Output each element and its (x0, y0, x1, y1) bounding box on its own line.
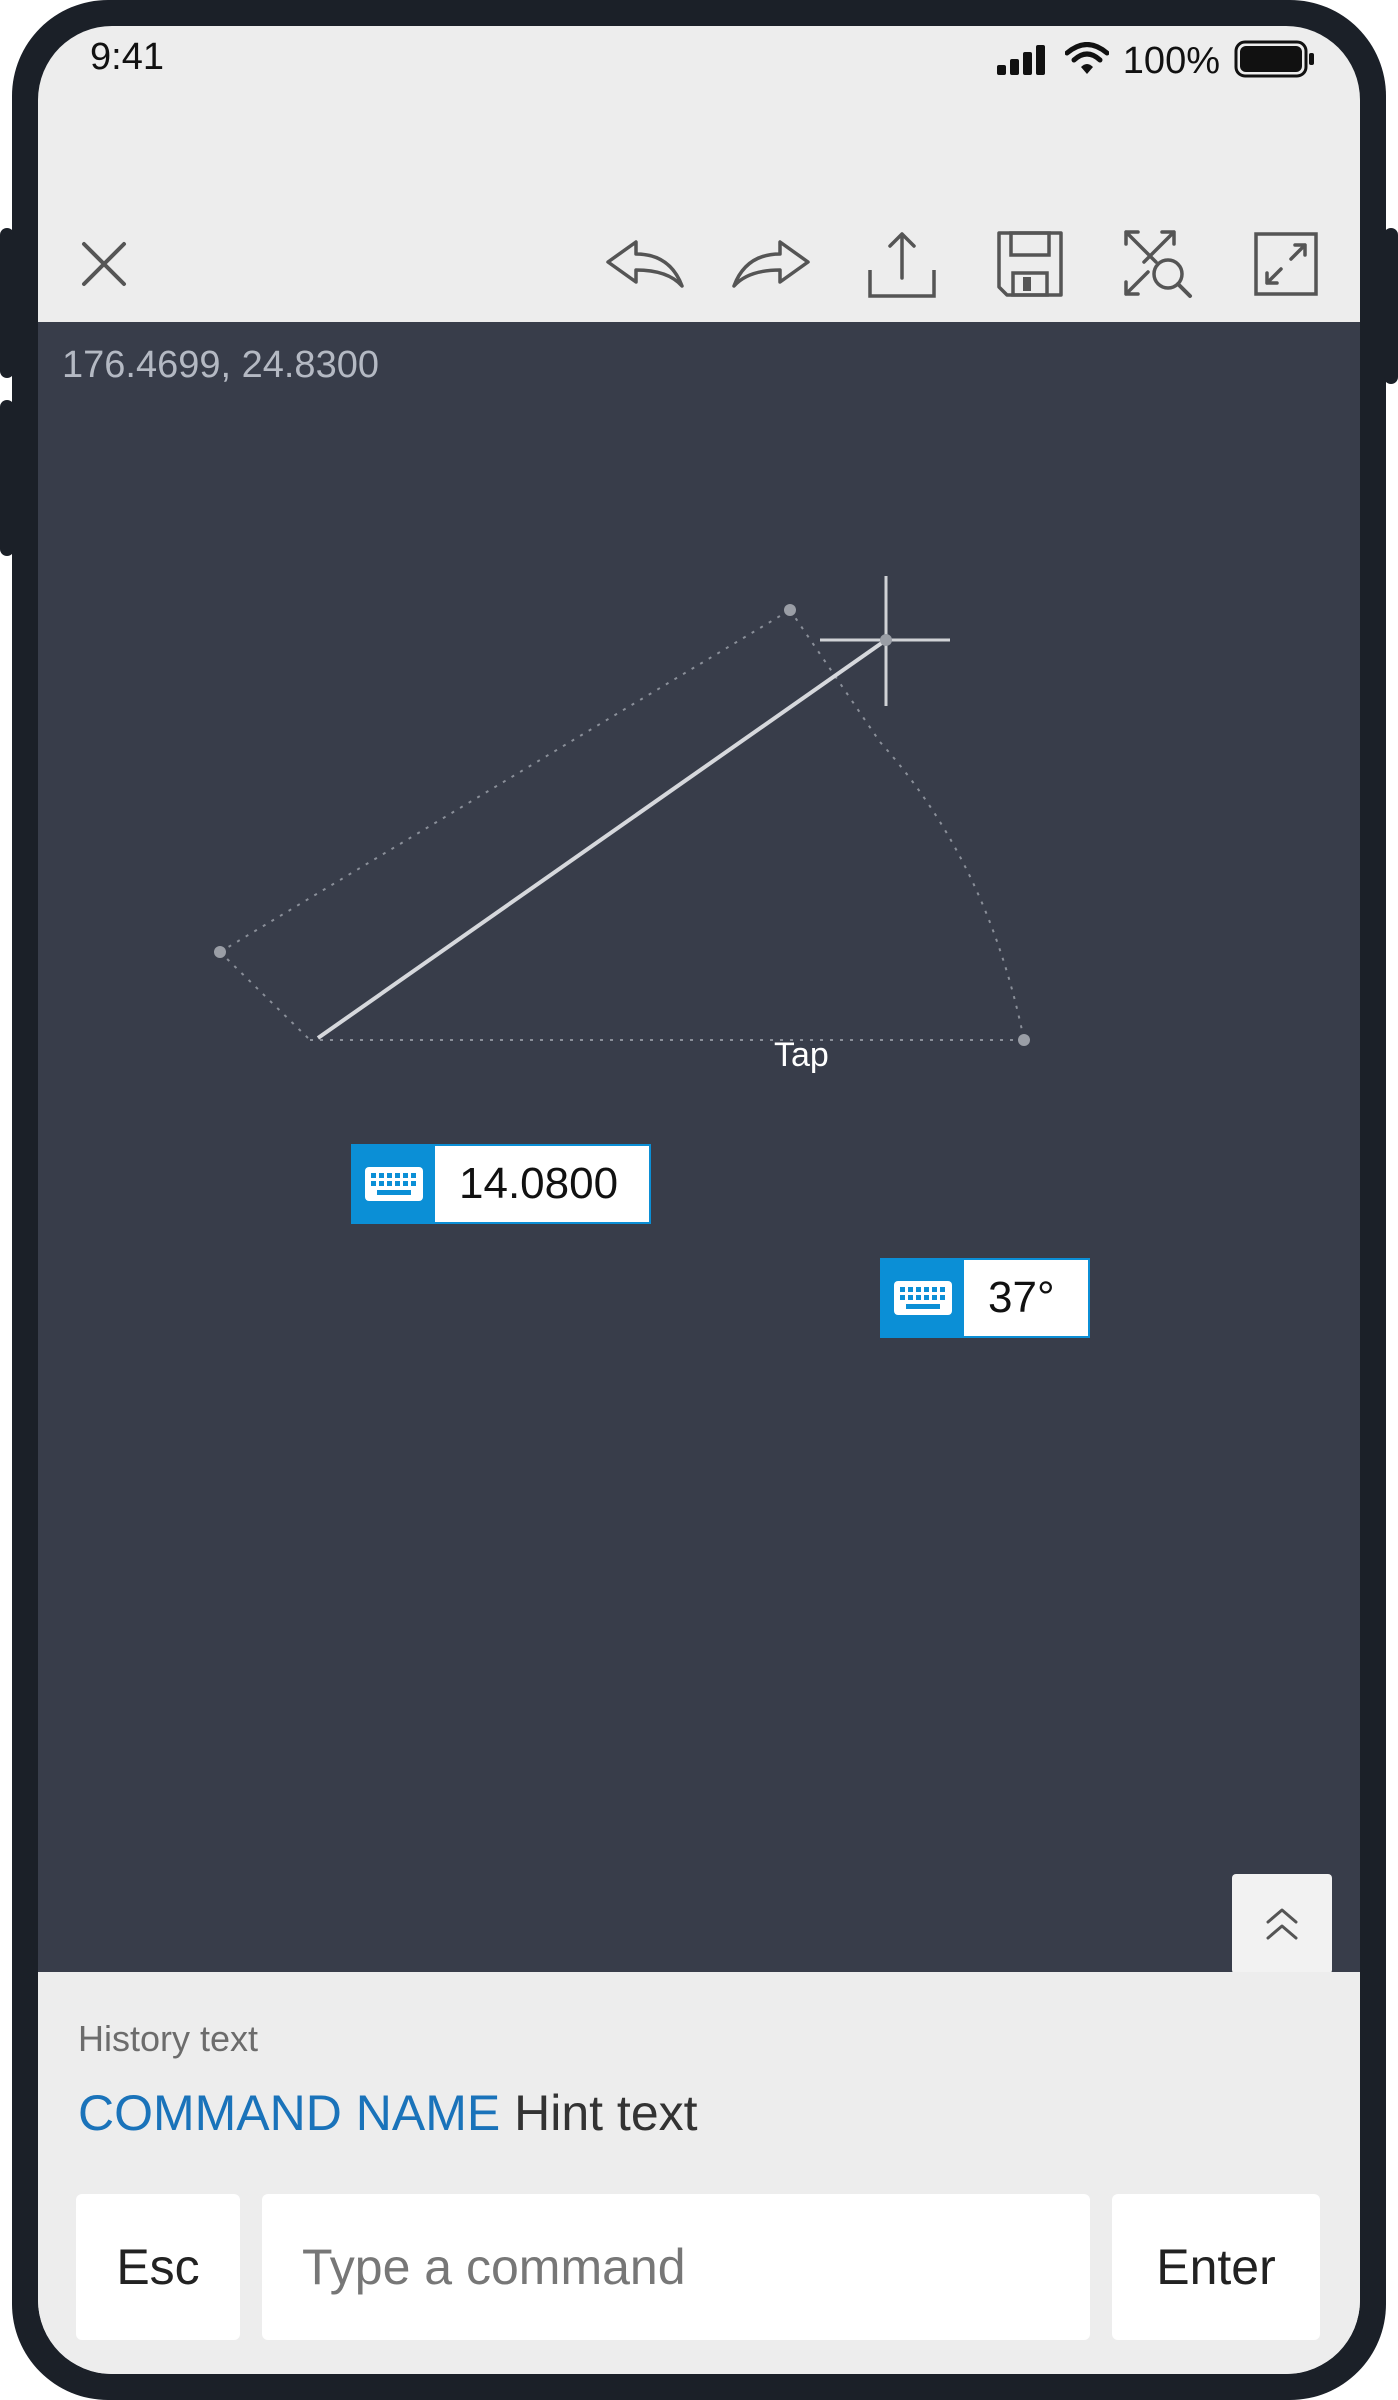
drawing-canvas[interactable]: 176.4699, 24.8300 Tap 14.0800 37° (38, 322, 1360, 1974)
guide-end-left (219, 951, 311, 1041)
command-bar: History text COMMAND NAME Hint text Esc … (38, 1972, 1360, 2374)
close-button[interactable] (66, 226, 142, 302)
tap-hint-label: Tap (774, 1036, 829, 1074)
side-button-right (1384, 228, 1398, 384)
guide-angle-arc (879, 741, 1025, 1041)
double-chevron-up-icon (1266, 1908, 1298, 1940)
battery-icon (1234, 40, 1316, 83)
length-value[interactable]: 14.0800 (435, 1146, 649, 1222)
cellular-signal-icon (995, 43, 1051, 80)
drawing-geometry (214, 576, 1030, 1046)
undo-button[interactable] (604, 226, 686, 302)
zoom-extents-icon (1124, 230, 1192, 298)
close-icon (82, 242, 126, 286)
drawn-line[interactable] (316, 638, 888, 1040)
status-indicators: 100% (995, 40, 1316, 83)
fullscreen-icon (1254, 232, 1318, 296)
enter-button[interactable]: Enter (1112, 2194, 1320, 2340)
grip-point[interactable] (784, 604, 796, 616)
command-input[interactable] (262, 2194, 1090, 2340)
redo-button[interactable] (730, 226, 812, 302)
status-bar: 9:41 100% (38, 26, 1360, 136)
esc-button[interactable]: Esc (76, 2194, 240, 2340)
grip-point[interactable] (1018, 1034, 1030, 1046)
length-input[interactable]: 14.0800 (351, 1144, 651, 1224)
fullscreen-button[interactable] (1248, 226, 1324, 302)
expand-command-history-button[interactable] (1232, 1874, 1332, 1974)
cursor-point (880, 634, 892, 646)
angle-value[interactable]: 37° (964, 1260, 1088, 1336)
status-time: 9:41 (90, 36, 164, 78)
keyboard-icon[interactable] (882, 1260, 964, 1336)
share-upload-icon (868, 232, 936, 298)
toolbar (38, 136, 1360, 322)
screen: 9:41 100% 176.4699, 24.8300 Tap 14.0800 … (38, 26, 1360, 2374)
battery-percent: 100% (1122, 40, 1220, 82)
command-prompt: COMMAND NAME Hint text (78, 2084, 698, 2142)
guide-parallel-top (219, 609, 791, 953)
undo-icon (606, 240, 684, 288)
side-button-left-bottom (0, 400, 14, 556)
wifi-icon (1064, 42, 1110, 81)
command-name: COMMAND NAME (78, 2085, 501, 2141)
history-text: History text (78, 2018, 259, 2059)
hint-text: Hint text (514, 2085, 698, 2141)
keyboard-icon[interactable] (353, 1146, 435, 1222)
save-icon (997, 231, 1063, 297)
zoom-extents-button[interactable] (1120, 226, 1196, 302)
angle-input[interactable]: 37° (880, 1258, 1090, 1338)
save-button[interactable] (992, 226, 1068, 302)
grip-point[interactable] (214, 946, 226, 958)
redo-icon (732, 240, 810, 288)
share-button[interactable] (864, 226, 940, 302)
side-button-left-top (0, 228, 14, 378)
